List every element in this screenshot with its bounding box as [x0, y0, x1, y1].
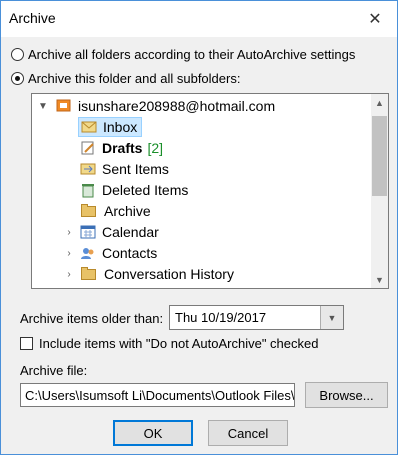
tree-item-label: Drafts — [102, 140, 143, 156]
cancel-button[interactable]: Cancel — [208, 420, 288, 446]
older-than-value: Thu 10/19/2017 — [175, 310, 267, 325]
scroll-up-icon[interactable]: ▲ — [371, 94, 388, 111]
sent-icon — [80, 161, 96, 177]
chevron-right-icon[interactable]: › — [64, 248, 74, 259]
folder-tree[interactable]: ▼ isunshare208988@hotmail.com Inbox Draf… — [31, 93, 389, 289]
tree-item-archive[interactable]: Archive — [80, 201, 151, 221]
archive-all-radio[interactable] — [11, 48, 24, 61]
scroll-thumb[interactable] — [372, 116, 387, 196]
account-label: isunshare208988@hotmail.com — [78, 98, 276, 114]
older-than-label: Archive items older than: — [20, 311, 164, 326]
folder-icon — [80, 267, 98, 281]
archive-this-radio[interactable] — [11, 72, 24, 85]
trash-icon — [80, 182, 96, 198]
dialog-title: Archive — [9, 10, 56, 26]
include-do-not-autoarchive-checkbox[interactable] — [20, 337, 33, 350]
archive-file-input[interactable]: C:\Users\Isumsoft Li\Documents\Outlook F… — [20, 383, 295, 407]
tree-item-inbox[interactable]: Inbox — [78, 117, 143, 137]
ok-button-label: OK — [143, 425, 163, 441]
folder-icon — [80, 204, 98, 218]
chevron-right-icon[interactable]: › — [64, 269, 74, 280]
archive-file-label: Archive file: — [20, 363, 88, 378]
browse-button[interactable]: Browse... — [305, 382, 388, 408]
tree-item-conversation-history[interactable]: › Conversation History — [64, 264, 234, 284]
tree-item-sent[interactable]: Sent Items — [80, 159, 169, 179]
tree-item-calendar[interactable]: › Calendar — [64, 222, 159, 242]
archive-all-label: Archive all folders according to their A… — [28, 47, 356, 62]
tree-item-label: Archive — [104, 203, 151, 219]
drafts-count-badge: [2] — [147, 140, 164, 156]
tree-account[interactable]: ▼ isunshare208988@hotmail.com — [38, 96, 275, 116]
tree-item-label: Inbox — [103, 119, 138, 135]
archive-dialog: Archive ✕ Archive all folders according … — [0, 0, 398, 455]
tree-item-drafts[interactable]: Drafts [2] — [80, 138, 163, 158]
cancel-button-label: Cancel — [227, 425, 269, 441]
chevron-right-icon[interactable]: › — [64, 227, 74, 238]
tree-item-label: Sent Items — [102, 161, 169, 177]
tree-item-label: Conversation History — [104, 266, 234, 282]
tree-item-label: Calendar — [102, 224, 159, 240]
include-checkbox-label: Include items with "Do not AutoArchive" … — [39, 336, 319, 351]
tree-item-deleted[interactable]: Deleted Items — [80, 180, 188, 200]
browse-button-label: Browse... — [319, 387, 374, 403]
tree-item-label: Deleted Items — [102, 182, 189, 198]
chevron-down-icon[interactable]: ▼ — [320, 306, 343, 329]
archive-this-label: Archive this folder and all subfolders: — [28, 71, 241, 86]
calendar-icon — [80, 224, 96, 240]
tree-scrollbar[interactable]: ▲ ▼ — [371, 94, 388, 288]
scroll-down-icon[interactable]: ▼ — [371, 271, 388, 288]
tree-item-contacts[interactable]: › Contacts — [64, 243, 157, 263]
chevron-down-icon[interactable]: ▼ — [38, 101, 48, 112]
ok-button[interactable]: OK — [113, 420, 193, 446]
archive-all-option[interactable]: Archive all folders according to their A… — [11, 47, 355, 62]
mailbox-icon — [56, 98, 72, 114]
title-bar: Archive ✕ — [1, 1, 397, 37]
archive-this-option[interactable]: Archive this folder and all subfolders: — [11, 71, 240, 86]
inbox-icon — [81, 119, 97, 135]
older-than-date-picker[interactable]: Thu 10/19/2017 ▼ — [169, 305, 344, 330]
contacts-icon — [80, 245, 96, 261]
close-icon[interactable]: ✕ — [363, 7, 387, 31]
drafts-icon — [80, 140, 96, 156]
tree-item-label: Contacts — [102, 245, 158, 261]
archive-file-value: C:\Users\Isumsoft Li\Documents\Outlook F… — [25, 388, 295, 403]
